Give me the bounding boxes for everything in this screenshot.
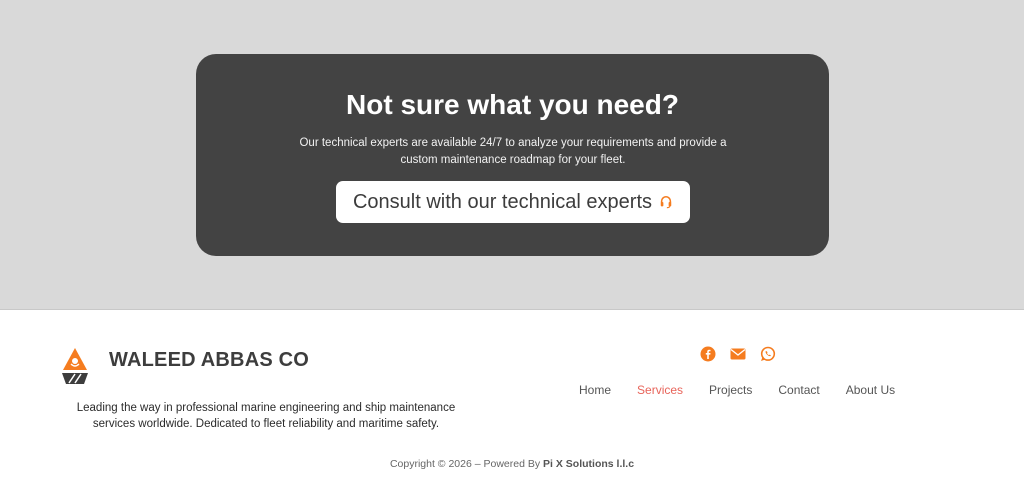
site-footer: WALEED ABBAS CO Leading the way in profe… [0, 311, 1024, 483]
nav-contact[interactable]: Contact [765, 381, 832, 399]
footer-description: Leading the way in professional marine e… [76, 402, 456, 430]
cta-section: Not sure what you need? Our technical ex… [0, 0, 1024, 310]
copyright: Copyright © 2026 – Powered By Pi X Solut… [0, 458, 1024, 470]
cta-card: Not sure what you need? Our technical ex… [196, 54, 829, 256]
nav-services[interactable]: Services [624, 381, 696, 399]
footer-nav: Home Services Projects Contact About Us [566, 381, 908, 399]
ship-logo-icon[interactable] [60, 346, 90, 386]
nav-about-us[interactable]: About Us [833, 381, 908, 399]
powered-by-link[interactable]: Pi X Solutions l.l.c [543, 458, 634, 470]
consult-button[interactable]: Consult with our technical experts [336, 181, 690, 223]
cta-title: Not sure what you need? [346, 89, 679, 120]
facebook-icon[interactable] [700, 346, 716, 362]
headset-icon [660, 195, 672, 209]
copyright-text: Copyright © 2026 – Powered By [389, 458, 541, 470]
email-icon[interactable] [730, 346, 746, 362]
nav-projects[interactable]: Projects [696, 381, 765, 399]
social-links [700, 346, 776, 362]
cta-description: Our technical experts are available 24/7… [299, 137, 727, 166]
consult-button-label: Consult with our technical experts [352, 190, 653, 213]
brand-name: WALEED ABBAS CO [109, 349, 310, 371]
nav-home[interactable]: Home [566, 381, 624, 399]
whatsapp-icon[interactable] [760, 346, 776, 362]
